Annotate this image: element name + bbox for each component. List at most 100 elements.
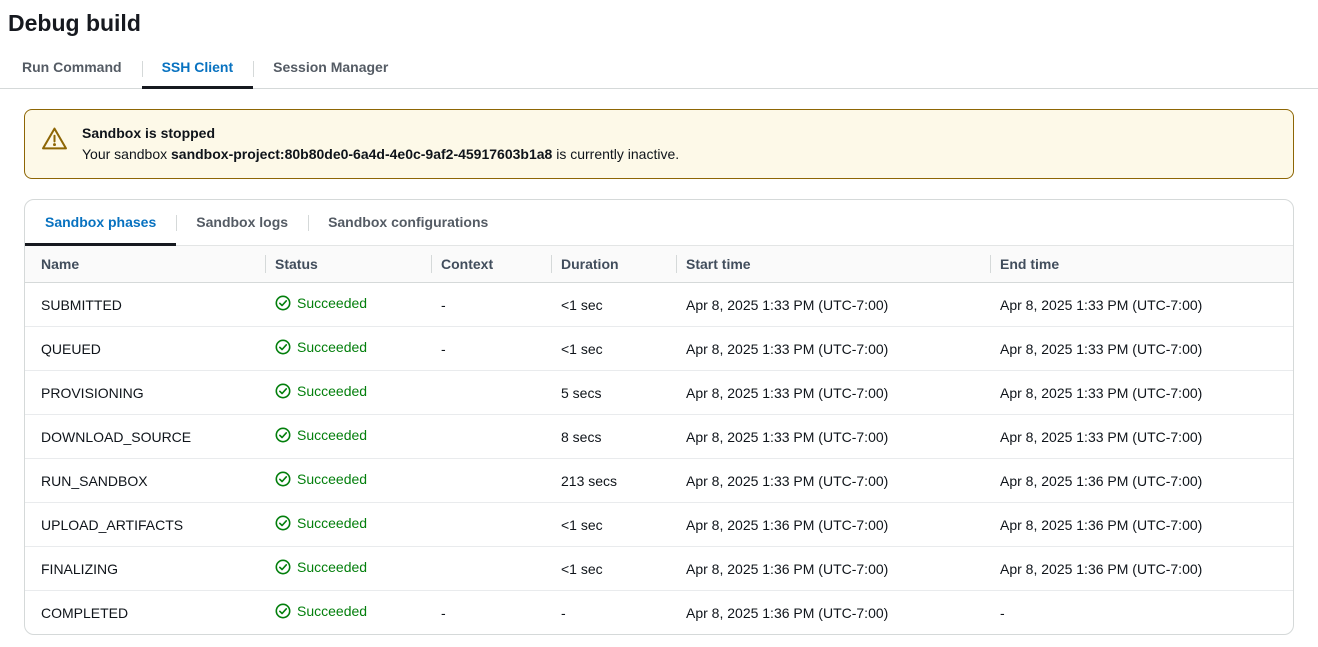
phase-status: Succeeded <box>265 503 431 547</box>
phase-name: QUEUED <box>25 327 265 371</box>
phase-end-time: Apr 8, 2025 1:36 PM (UTC-7:00) <box>990 503 1293 547</box>
phase-name: SUBMITTED <box>25 283 265 327</box>
column-header-duration: Duration <box>551 246 676 283</box>
column-header-status: Status <box>265 246 431 283</box>
table-row: DOWNLOAD_SOURCE Succeeded 8 secs Apr 8, … <box>25 415 1293 459</box>
tab-session-manager[interactable]: Session Manager <box>253 49 408 88</box>
alert-message-suffix: is currently inactive. <box>552 146 679 162</box>
phase-status: Succeeded <box>265 591 431 635</box>
table-row: UPLOAD_ARTIFACTS Succeeded <1 sec Apr 8,… <box>25 503 1293 547</box>
phase-status: Succeeded <box>265 283 431 327</box>
phase-end-time: Apr 8, 2025 1:36 PM (UTC-7:00) <box>990 547 1293 591</box>
phase-end-time: - <box>990 591 1293 635</box>
success-check-circle-icon <box>275 603 291 619</box>
status-label: Succeeded <box>297 603 367 619</box>
success-check-circle-icon <box>275 383 291 399</box>
phase-duration: <1 sec <box>551 503 676 547</box>
status-label: Succeeded <box>297 295 367 311</box>
success-check-circle-icon <box>275 559 291 575</box>
phase-context <box>431 415 551 459</box>
column-header-start-time: Start time <box>676 246 990 283</box>
column-header-name: Name <box>25 246 265 283</box>
phase-status: Succeeded <box>265 547 431 591</box>
sandbox-details-panel: Sandbox phases Sandbox logs Sandbox conf… <box>24 199 1294 635</box>
phase-end-time: Apr 8, 2025 1:33 PM (UTC-7:00) <box>990 283 1293 327</box>
phase-name: PROVISIONING <box>25 371 265 415</box>
tab-sandbox-configurations[interactable]: Sandbox configurations <box>308 200 508 245</box>
table-header-row: Name Status Context Duration Start time … <box>25 246 1293 283</box>
phase-duration: - <box>551 591 676 635</box>
success-check-circle-icon <box>275 471 291 487</box>
phase-duration: 8 secs <box>551 415 676 459</box>
phase-end-time: Apr 8, 2025 1:33 PM (UTC-7:00) <box>990 371 1293 415</box>
phase-name: COMPLETED <box>25 591 265 635</box>
alert-body: Sandbox is stopped Your sandbox sandbox-… <box>82 123 679 165</box>
phase-start-time: Apr 8, 2025 1:33 PM (UTC-7:00) <box>676 415 990 459</box>
success-check-circle-icon <box>275 339 291 355</box>
phase-name: UPLOAD_ARTIFACTS <box>25 503 265 547</box>
phase-context <box>431 459 551 503</box>
phase-start-time: Apr 8, 2025 1:33 PM (UTC-7:00) <box>676 327 990 371</box>
status-label: Succeeded <box>297 427 367 443</box>
success-check-circle-icon <box>275 515 291 531</box>
sandbox-phases-table: Name Status Context Duration Start time … <box>25 246 1293 634</box>
phase-context <box>431 371 551 415</box>
phase-status: Succeeded <box>265 459 431 503</box>
tab-ssh-client-label: SSH Client <box>162 59 234 75</box>
content-area: Sandbox is stopped Your sandbox sandbox-… <box>0 89 1318 647</box>
phase-end-time: Apr 8, 2025 1:33 PM (UTC-7:00) <box>990 327 1293 371</box>
tab-sandbox-phases-label: Sandbox phases <box>45 214 156 230</box>
tab-sandbox-logs-label: Sandbox logs <box>196 214 288 230</box>
phase-start-time: Apr 8, 2025 1:36 PM (UTC-7:00) <box>676 503 990 547</box>
phase-duration: 5 secs <box>551 371 676 415</box>
phase-context: - <box>431 327 551 371</box>
phase-end-time: Apr 8, 2025 1:36 PM (UTC-7:00) <box>990 459 1293 503</box>
sandbox-stopped-alert: Sandbox is stopped Your sandbox sandbox-… <box>24 109 1294 179</box>
phase-start-time: Apr 8, 2025 1:36 PM (UTC-7:00) <box>676 547 990 591</box>
tab-sandbox-logs[interactable]: Sandbox logs <box>176 200 308 245</box>
alert-message: Your sandbox sandbox-project:80b80de0-6a… <box>82 144 679 165</box>
table-row: QUEUED Succeeded - <1 sec Apr 8, 2025 1:… <box>25 327 1293 371</box>
phase-duration: <1 sec <box>551 283 676 327</box>
tab-sandbox-configurations-label: Sandbox configurations <box>328 214 488 230</box>
phase-start-time: Apr 8, 2025 1:33 PM (UTC-7:00) <box>676 371 990 415</box>
page-title: Debug build <box>8 10 1318 37</box>
status-label: Succeeded <box>297 339 367 355</box>
alert-message-prefix: Your sandbox <box>82 146 171 162</box>
tab-run-command-label: Run Command <box>22 59 122 75</box>
tab-ssh-client[interactable]: SSH Client <box>142 49 254 88</box>
phase-name: RUN_SANDBOX <box>25 459 265 503</box>
status-label: Succeeded <box>297 471 367 487</box>
column-header-end-time: End time <box>990 246 1293 283</box>
column-header-context: Context <box>431 246 551 283</box>
phase-status: Succeeded <box>265 371 431 415</box>
phase-context <box>431 503 551 547</box>
alert-title: Sandbox is stopped <box>82 123 679 144</box>
warning-triangle-icon <box>41 125 68 152</box>
sandbox-id: sandbox-project:80b80de0-6a4d-4e0c-9af2-… <box>171 146 552 162</box>
phase-status: Succeeded <box>265 415 431 459</box>
table-row: FINALIZING Succeeded <1 sec Apr 8, 2025 … <box>25 547 1293 591</box>
phase-context: - <box>431 591 551 635</box>
tab-run-command[interactable]: Run Command <box>2 49 142 88</box>
phase-status: Succeeded <box>265 327 431 371</box>
success-check-circle-icon <box>275 295 291 311</box>
phase-duration: <1 sec <box>551 547 676 591</box>
phase-start-time: Apr 8, 2025 1:33 PM (UTC-7:00) <box>676 459 990 503</box>
table-row: PROVISIONING Succeeded 5 secs Apr 8, 202… <box>25 371 1293 415</box>
status-label: Succeeded <box>297 383 367 399</box>
table-row: SUBMITTED Succeeded - <1 sec Apr 8, 2025… <box>25 283 1293 327</box>
phase-context <box>431 547 551 591</box>
phase-name: FINALIZING <box>25 547 265 591</box>
status-label: Succeeded <box>297 559 367 575</box>
tab-session-manager-label: Session Manager <box>273 59 388 75</box>
phase-duration: <1 sec <box>551 327 676 371</box>
debug-build-page: Debug build Run Command SSH Client Sessi… <box>0 10 1318 647</box>
phase-start-time: Apr 8, 2025 1:36 PM (UTC-7:00) <box>676 591 990 635</box>
table-row: COMPLETED Succeeded - - Apr 8, 2025 1:36… <box>25 591 1293 635</box>
tab-sandbox-phases[interactable]: Sandbox phases <box>25 200 176 245</box>
success-check-circle-icon <box>275 427 291 443</box>
status-label: Succeeded <box>297 515 367 531</box>
phase-name: DOWNLOAD_SOURCE <box>25 415 265 459</box>
phase-duration: 213 secs <box>551 459 676 503</box>
